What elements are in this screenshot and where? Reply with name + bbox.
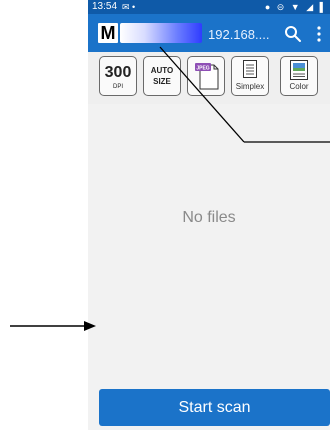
color-mode-button[interactable]: Color (280, 56, 318, 96)
status-time: 13:54 (92, 1, 118, 12)
duplex-button[interactable]: Simplex (231, 56, 269, 96)
start-scan-button[interactable]: Start scan (99, 389, 330, 426)
document-icon (243, 60, 257, 78)
search-icon[interactable] (284, 25, 302, 43)
resolution-unit: DPI (112, 84, 123, 90)
app-bar: M 192.168.... (88, 14, 330, 52)
file-format-button[interactable]: JPEG (187, 56, 225, 96)
status-bar: 13:54 ✉ • ● ⊝ ▼ ◢ ▌ (88, 0, 330, 14)
device-ip[interactable]: 192.168.... (208, 27, 269, 42)
color-label: Color (289, 82, 309, 91)
more-vert-icon[interactable] (314, 25, 324, 43)
status-notification-icons: ✉ • (122, 2, 136, 12)
paper-size-button[interactable]: AUTO SIZE (143, 56, 181, 96)
resolution-value: 300 (104, 64, 132, 81)
app-logo: M (98, 23, 118, 43)
empty-state-message: No files (182, 209, 236, 226)
file-list-area (88, 104, 330, 384)
jpeg-label: JPEG (196, 66, 209, 72)
color-image-icon (290, 60, 308, 80)
page-root: 13:54 ✉ • ● ⊝ ▼ ◢ ▌ M 192.168.... 300 DP… (0, 0, 330, 430)
status-system-icons: ● ⊝ ▼ ◢ ▌ (264, 2, 328, 12)
scan-settings-toolbar: 300 DPI AUTO SIZE JPEG Simplex Color (88, 52, 330, 104)
paper-size-line1: AUTO (150, 66, 174, 75)
device-name-redacted[interactable] (120, 23, 202, 43)
paper-size-line2: SIZE (153, 77, 171, 86)
jpeg-file-icon: JPEG (195, 63, 219, 90)
resolution-button[interactable]: 300 DPI (99, 56, 137, 96)
duplex-label: Simplex (235, 82, 265, 91)
